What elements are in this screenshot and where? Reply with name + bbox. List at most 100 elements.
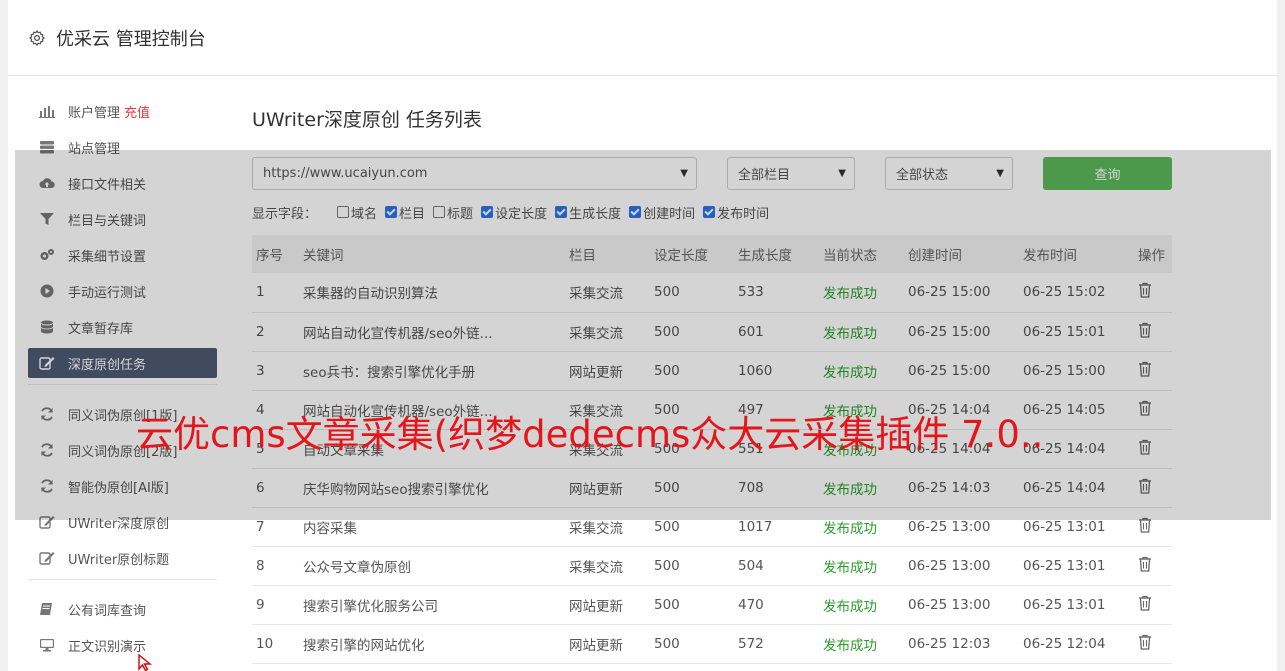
field-checkbox-6[interactable]: 发布时间 bbox=[703, 203, 769, 222]
top-header: 优采云 管理控制台 bbox=[8, 0, 1277, 76]
sidebar-item-a-6[interactable]: 文章暂存库 bbox=[28, 312, 217, 342]
query-button[interactable]: 查询 bbox=[1043, 156, 1172, 190]
table-cell: 06-25 15:00 bbox=[1019, 351, 1134, 391]
table-cell: 网站更新 bbox=[565, 624, 650, 664]
checkbox-box[interactable] bbox=[433, 206, 446, 218]
checkbox-label: 标题 bbox=[447, 206, 474, 222]
database-icon bbox=[38, 320, 56, 334]
chevron-down-icon: ▼ bbox=[838, 167, 846, 179]
table-cell-action bbox=[1134, 585, 1172, 625]
checkbox-label: 生成长度 bbox=[569, 206, 622, 222]
sidebar-item-b-3[interactable]: UWriter深度原创 bbox=[28, 507, 217, 537]
table-cell: 06-25 13:01 bbox=[1019, 546, 1134, 586]
table-cell: 500 bbox=[650, 468, 734, 508]
checkbox-box[interactable] bbox=[337, 206, 350, 218]
trash-icon[interactable] bbox=[1138, 595, 1152, 611]
app-title: 优采云 管理控制台 bbox=[56, 28, 206, 50]
sidebar-item-a-0[interactable]: 账户管理 充值 bbox=[28, 96, 217, 126]
table-cell: 网站更新 bbox=[565, 468, 650, 508]
banner-text: 云优cms文章采集(织梦dedecms众大云采集插件 7.0.. bbox=[136, 413, 1044, 456]
table-cell: 500 bbox=[650, 273, 734, 313]
column-header: 序号 bbox=[252, 235, 299, 273]
column-header: 创建时间 bbox=[904, 235, 1019, 273]
trash-icon[interactable] bbox=[1138, 282, 1152, 298]
table-cell: 500 bbox=[650, 351, 734, 391]
sidebar-item-a-7[interactable]: 深度原创任务 bbox=[28, 348, 217, 378]
table-cell: 6 bbox=[252, 468, 299, 508]
server-icon bbox=[38, 140, 56, 154]
sidebar-item-b-2[interactable]: 智能伪原创[AI版] bbox=[28, 471, 217, 501]
bar-chart-icon bbox=[38, 104, 56, 118]
trash-icon[interactable] bbox=[1138, 322, 1152, 338]
table-cell: 500 bbox=[650, 585, 734, 625]
table-cell: 发布成功 bbox=[819, 624, 904, 664]
sidebar-item-c-0[interactable]: 公有词库查询 bbox=[28, 594, 217, 624]
gear-icon bbox=[29, 29, 45, 46]
sidebar-item-a-5[interactable]: 手动运行测试 bbox=[28, 276, 217, 306]
field-checkbox-4[interactable]: 生成长度 bbox=[555, 203, 621, 222]
table-cell: 发布成功 bbox=[819, 507, 904, 547]
field-checkbox-2[interactable]: 标题 bbox=[433, 203, 473, 222]
sidebar-item-a-4[interactable]: 采集细节设置 bbox=[28, 240, 217, 270]
table-row: 6 庆华购物网站seo搜索引擎优化 网站更新 500 708 发布成功 06-25 14:0… bbox=[252, 468, 1172, 508]
status-select[interactable]: 全部状态 ▼ bbox=[885, 156, 1013, 190]
sidebar-item-label: UWriter原创标题 bbox=[68, 552, 170, 568]
sidebar-item-a-1[interactable]: 站点管理 bbox=[28, 132, 217, 162]
table-cell: 06-25 15:00 bbox=[904, 351, 1019, 391]
field-checkbox-0[interactable]: 域名 bbox=[337, 203, 377, 222]
table-row: 3 seo兵书：搜索引擎优化手册 网站更新 500 1060 发布成功 06-25 15:0… bbox=[252, 351, 1172, 391]
sidebar-item-label: 智能伪原创[AI版] bbox=[68, 480, 169, 496]
field-checkbox-1[interactable]: 栏目 bbox=[385, 203, 425, 222]
display-fields: 显示字段： 域名 栏目 标题 设定长度 生成长度 创建时间 发布时间 bbox=[252, 202, 1172, 222]
table-cell: 网站自动化宣传机器/seo外链... bbox=[299, 312, 565, 352]
table-cell: 06-25 15:00 bbox=[904, 312, 1019, 352]
checkbox-box[interactable] bbox=[703, 206, 716, 218]
trash-icon[interactable] bbox=[1138, 634, 1152, 650]
trash-icon[interactable] bbox=[1138, 361, 1152, 377]
checkbox-label: 栏目 bbox=[399, 206, 426, 222]
main-content: UWriter深度原创 任务列表 https://www.ucaiyun.com… bbox=[252, 100, 1172, 664]
table-cell: 06-25 13:00 bbox=[904, 507, 1019, 547]
column-select-value: 全部栏目 bbox=[738, 167, 791, 183]
table-cell: 500 bbox=[650, 507, 734, 547]
table-cell: 06-25 12:04 bbox=[1019, 624, 1134, 664]
column-header: 操作 bbox=[1134, 235, 1172, 273]
table-row: 7 内容采集 采集交流 500 1017 发布成功 06-25 13:00 06-25 13:… bbox=[252, 507, 1172, 547]
checkbox-box[interactable] bbox=[385, 206, 398, 218]
table-cell: 7 bbox=[252, 507, 299, 547]
sidebar-item-label: 文章暂存库 bbox=[68, 321, 134, 337]
sidebar-item-label: 栏目与关键词 bbox=[68, 213, 147, 229]
sidebar-item-c-1[interactable]: 正文识别演示 bbox=[28, 630, 217, 660]
checkbox-box[interactable] bbox=[629, 206, 642, 218]
recharge-link[interactable]: 充值 bbox=[124, 102, 150, 121]
column-select[interactable]: 全部栏目 ▼ bbox=[727, 156, 855, 190]
column-header: 发布时间 bbox=[1019, 235, 1134, 273]
field-checkbox-3[interactable]: 设定长度 bbox=[481, 203, 547, 222]
checkbox-label: 域名 bbox=[351, 206, 378, 222]
table-cell: 06-25 14:04 bbox=[1019, 468, 1134, 508]
chevron-down-icon: ▼ bbox=[996, 167, 1004, 179]
sidebar-item-label: 账户管理 bbox=[68, 105, 121, 121]
trash-icon[interactable] bbox=[1138, 517, 1152, 533]
sidebar-item-b-4[interactable]: UWriter原创标题 bbox=[28, 543, 217, 573]
trash-icon[interactable] bbox=[1138, 556, 1152, 572]
sidebar-item-label: 公有词库查询 bbox=[68, 603, 147, 619]
site-select[interactable]: https://www.ucaiyun.com ▼ bbox=[252, 156, 697, 190]
sidebar-item-a-2[interactable]: 接口文件相关 bbox=[28, 168, 217, 198]
table-cell: 搜索引擎优化服务公司 bbox=[299, 585, 565, 625]
checkbox-label: 发布时间 bbox=[717, 206, 770, 222]
table-cell: 发布成功 bbox=[819, 585, 904, 625]
sidebar-item-label: 正文识别演示 bbox=[68, 639, 147, 655]
table-cell: 搜索引擎的网站优化 bbox=[299, 624, 565, 664]
sidebar-item-a-3[interactable]: 栏目与关键词 bbox=[28, 204, 217, 234]
refresh-icon bbox=[38, 407, 56, 421]
trash-icon[interactable] bbox=[1138, 478, 1152, 494]
table-cell: 采集交流 bbox=[565, 546, 650, 586]
table-cell: 601 bbox=[734, 312, 819, 352]
checkbox-box[interactable] bbox=[555, 206, 568, 218]
table-cell: 发布成功 bbox=[819, 312, 904, 352]
filter-icon bbox=[38, 212, 56, 226]
checkbox-box[interactable] bbox=[481, 206, 494, 218]
field-checkbox-5[interactable]: 创建时间 bbox=[629, 203, 695, 222]
edit-icon bbox=[38, 551, 56, 565]
